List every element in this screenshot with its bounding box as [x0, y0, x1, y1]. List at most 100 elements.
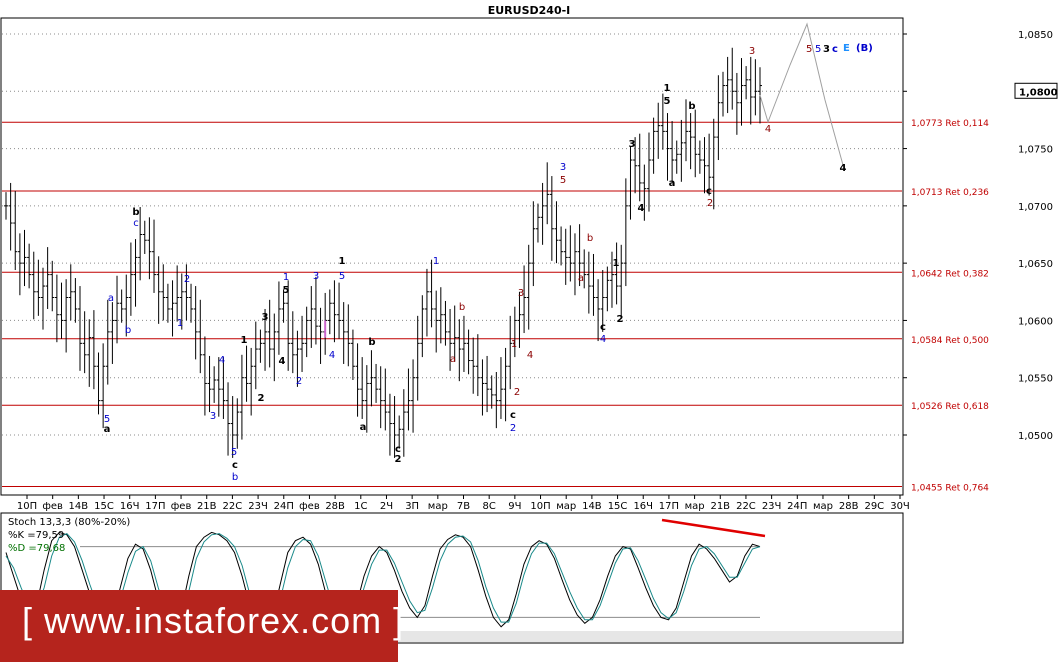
x-tick-label: 28В — [325, 501, 345, 512]
x-tick-label: 17П — [145, 501, 165, 512]
wave-label: b — [132, 207, 139, 218]
indicator-k-label: %K =79,59 — [8, 530, 64, 541]
wave-label: a — [108, 293, 114, 304]
x-tick-label: 7В — [457, 501, 470, 512]
x-tick-label: 2Ч — [380, 501, 393, 512]
wave-label: 5 — [283, 285, 290, 296]
x-tick-label: 23Ч — [248, 501, 268, 512]
wave-label: a — [669, 178, 676, 189]
forecast-wave-e: E — [843, 43, 850, 54]
x-tick-label: 17П — [659, 501, 679, 512]
y-tick-label: 1,0600 — [1018, 316, 1053, 327]
wave-label: b — [587, 233, 593, 244]
y-tick-label: 1,0850 — [1018, 30, 1053, 41]
wave-label: 1 — [177, 318, 183, 329]
x-tick-label: фев — [299, 501, 320, 512]
wave-label: 5 — [231, 447, 237, 458]
watermark-banner[interactable]: [ www.instaforex.com ] — [0, 590, 403, 662]
x-tick-label: 14В — [69, 501, 89, 512]
x-tick-label: 30Ч — [890, 501, 910, 512]
x-tick-label: фев — [42, 501, 63, 512]
forecast-wave-3: 3 — [823, 44, 830, 55]
wave-label: 3 — [749, 46, 755, 57]
wave-label: 1 — [664, 83, 671, 94]
retracement-label: 1,0642 Ret 0,382 — [911, 269, 989, 279]
wave-label: 1 — [283, 272, 289, 283]
wave-label: b — [232, 472, 238, 483]
y-tick-label: 1,0750 — [1018, 145, 1053, 156]
wave-label: 5 — [560, 175, 566, 186]
forecast-wave-c: c — [832, 44, 838, 55]
wave-label: 2 — [296, 376, 302, 387]
wave-label: 1 — [511, 339, 517, 350]
wave-label: 4 — [765, 124, 771, 135]
x-tick-label: мар — [428, 501, 448, 512]
x-tick-label: 14В — [582, 501, 602, 512]
wave-label: 2 — [395, 454, 402, 465]
wave-label: 1 — [433, 256, 439, 267]
wave-label: c — [600, 322, 606, 333]
wave-label: a — [360, 422, 367, 433]
wave-label: a — [450, 354, 456, 365]
x-tick-label: мар — [685, 501, 705, 512]
y-tick-label: 1,0500 — [1018, 431, 1053, 442]
wave-label: 3 — [560, 162, 566, 173]
x-tick-label: 28В — [839, 501, 859, 512]
wave-label: 2 — [707, 198, 713, 209]
wave-label: a — [578, 273, 584, 284]
x-tick-label: 1С — [354, 501, 367, 512]
retracement-label: 1,0526 Ret 0,618 — [911, 402, 989, 412]
current-price-label: 1,0800 — [1019, 87, 1058, 98]
x-tick-label: 16Ч — [120, 501, 140, 512]
wave-label: c — [232, 460, 238, 471]
wave-label: 5 — [339, 271, 345, 282]
x-tick-label: мар — [556, 501, 576, 512]
x-tick-label: 29С — [864, 501, 884, 512]
x-tick-label: 8С — [482, 501, 495, 512]
y-tick-label: 1,0650 — [1018, 259, 1053, 270]
wave-label: 1 — [339, 256, 346, 267]
retracement-label: 1,0773 Ret 0,114 — [911, 119, 989, 129]
chart-title: EURUSD240-I — [488, 4, 571, 17]
indicator-title: Stoch 13,3,3 (80%-20%) — [8, 517, 130, 528]
wave-label: 3 — [262, 312, 269, 323]
x-tick-label: 15С — [608, 501, 628, 512]
forecast-wave-5: 5 — [806, 44, 812, 55]
price-chart[interactable]: EURUSD240-I 1,0773 Ret 0,114 1,0713 Ret 0… — [0, 0, 1059, 662]
wave-label: 2 — [510, 423, 516, 434]
x-tick-label: 15С — [94, 501, 114, 512]
wave-label: 3 — [210, 411, 216, 422]
x-tick-label: фев — [171, 501, 192, 512]
wave-label: 2 — [184, 274, 190, 285]
x-tick-label: 3П — [405, 501, 419, 512]
forecast-wave-5b: 5 — [815, 44, 821, 55]
x-tick-label: 21В — [710, 501, 730, 512]
wave-label: 4 — [279, 356, 286, 367]
wave-label: b — [125, 325, 131, 336]
wave-label: 4 — [219, 355, 225, 366]
y-tick-label: 1,0700 — [1018, 202, 1053, 213]
wave-label: c — [133, 218, 139, 229]
wave-label: 4 — [840, 163, 847, 174]
x-tick-label: 23Ч — [762, 501, 782, 512]
wave-label: c — [510, 410, 516, 421]
forecast-wave-b: (B) — [856, 43, 873, 54]
wave-label: 3 — [313, 271, 319, 282]
wave-label: 4 — [329, 350, 335, 361]
wave-label: 4 — [638, 203, 645, 214]
x-tick-label: 16Ч — [633, 501, 653, 512]
retracement-label: 1,0584 Ret 0,500 — [911, 336, 989, 346]
wave-label: b — [688, 101, 695, 112]
wave-label: 1 — [613, 258, 620, 269]
x-tick-label: 9Ч — [508, 501, 521, 512]
wave-label: 3 — [629, 139, 636, 150]
y-tick-label: 1,0550 — [1018, 374, 1053, 385]
wave-label: 2 — [514, 387, 520, 398]
x-tick-label: 10П — [17, 501, 37, 512]
x-tick-label: 22С — [223, 501, 243, 512]
wave-label: 3 — [518, 288, 524, 299]
watermark-text: [ www.instaforex.com ] — [22, 600, 405, 641]
x-tick-label: 10П — [530, 501, 550, 512]
wave-label: 5 — [664, 96, 671, 107]
wave-label: 1 — [241, 335, 248, 346]
